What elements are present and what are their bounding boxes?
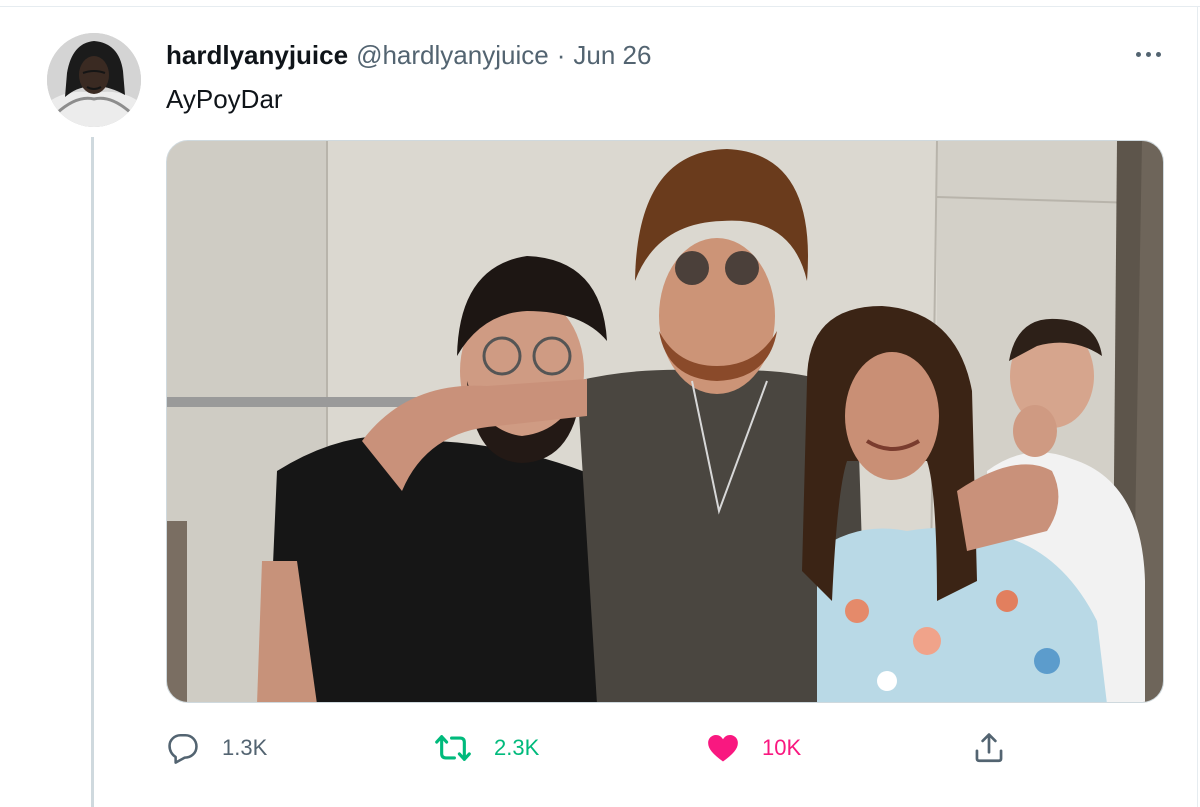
retweet-count: 2.3K	[494, 735, 540, 760]
heart-icon	[708, 734, 738, 762]
like-button[interactable]: 10K	[706, 728, 801, 768]
tweet-action-bar: 1.3K 2.3K 10K	[166, 728, 1026, 768]
reply-button[interactable]: 1.3K	[166, 728, 267, 768]
more-dot	[1145, 51, 1151, 57]
tweet-date[interactable]: Jun 26	[573, 40, 651, 71]
reply-icon	[168, 733, 198, 764]
top-divider	[0, 6, 1200, 7]
tweet-photo[interactable]	[166, 140, 1164, 703]
share-icon	[975, 733, 1003, 763]
more-dot	[1135, 51, 1141, 57]
tweet-text: AyPoyDar	[166, 84, 283, 114]
right-divider	[1197, 6, 1198, 807]
user-handle[interactable]: @hardlyanyjuice	[356, 40, 549, 71]
reply-count: 1.3K	[222, 735, 268, 760]
display-name[interactable]: hardlyanyjuice	[166, 40, 348, 71]
separator-dot: ·	[556, 39, 566, 70]
more-dot	[1155, 51, 1161, 57]
retweet-button[interactable]: 2.3K	[434, 728, 539, 768]
share-button[interactable]	[972, 728, 1006, 768]
avatar[interactable]	[47, 33, 141, 127]
tweet-header: hardlyanyjuice @hardlyanyjuice · Jun 26	[166, 38, 651, 72]
more-horizontal-icon[interactable]	[1128, 42, 1168, 66]
like-count: 10K	[762, 735, 802, 760]
thread-line	[91, 137, 94, 807]
retweet-icon	[435, 735, 471, 761]
